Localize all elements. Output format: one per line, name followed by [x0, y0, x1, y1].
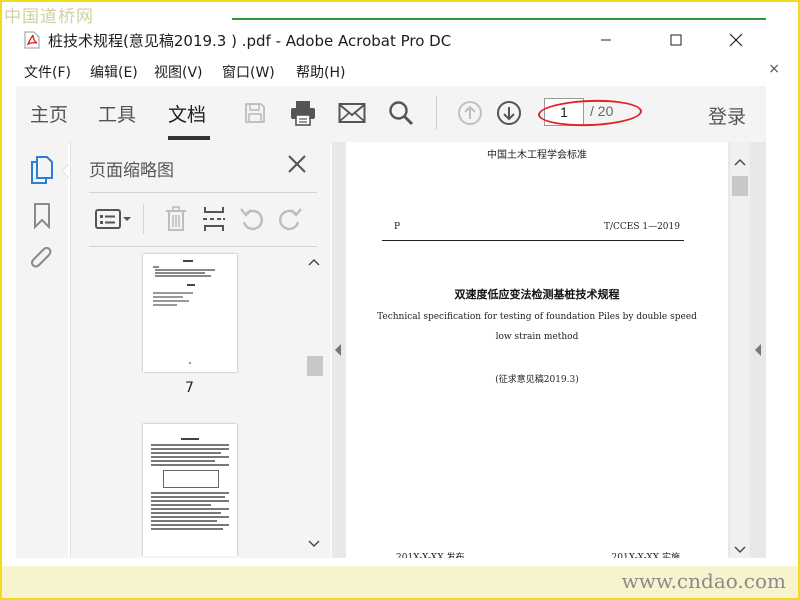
- close-icon: [729, 33, 743, 47]
- delete-page-button[interactable]: [161, 204, 191, 234]
- close-icon: [288, 155, 306, 173]
- green-accent-line: [232, 18, 766, 20]
- trash-icon: [166, 206, 186, 231]
- panel-title: 页面缩略图: [89, 161, 174, 181]
- rotate-right-button[interactable]: [275, 204, 305, 234]
- panel-divider: [89, 246, 317, 247]
- page-thumbnail[interactable]: [143, 424, 237, 556]
- menu-help[interactable]: 帮助(H): [296, 62, 345, 82]
- next-page-button[interactable]: [492, 96, 526, 130]
- panel-pointer-icon: [61, 164, 69, 178]
- rotate-left-button[interactable]: [237, 204, 267, 234]
- close-window-button[interactable]: [716, 26, 756, 54]
- issue-date: 201X-X-XX 发布: [396, 553, 465, 558]
- attachments-button[interactable]: [28, 246, 56, 274]
- draft-note: (征求意见稿2019.3): [495, 375, 579, 385]
- tool-separator: [143, 204, 144, 234]
- email-button[interactable]: [335, 96, 369, 130]
- envelope-icon: [338, 103, 366, 123]
- header-rule: [382, 240, 684, 241]
- pages-icon: [31, 156, 53, 184]
- pdf-file-icon: [24, 31, 40, 49]
- thumbnail-list: 7: [89, 250, 301, 556]
- menu-edit[interactable]: 编辑(E): [90, 62, 138, 82]
- standard-header: 中国土木工程学会标准: [487, 150, 587, 161]
- scroll-down-icon: [308, 540, 320, 547]
- thumbnail-scrollbar[interactable]: [305, 254, 323, 556]
- expand-right-pane-handle[interactable]: [754, 344, 762, 356]
- thumbnail-options-button[interactable]: [93, 204, 133, 234]
- thumbnail-page-label: 7: [185, 380, 194, 396]
- document-title-cn: 双速度低应变法检测基桩技术规程: [454, 288, 620, 301]
- document-title-en-line2: low strain method: [495, 332, 579, 342]
- login-button[interactable]: 登录: [708, 102, 746, 129]
- watermark-site-name: 中国道桥网: [4, 7, 94, 27]
- search-icon: [389, 101, 414, 126]
- scroll-up-icon: [308, 259, 320, 266]
- rotate-left-icon: [240, 208, 263, 231]
- navigation-rail: [16, 142, 69, 558]
- menu-view[interactable]: 视图(V): [154, 62, 203, 82]
- minimize-button[interactable]: [586, 26, 626, 54]
- printer-icon: [291, 101, 315, 126]
- collapse-panel-handle[interactable]: [334, 344, 342, 356]
- page-thumbnail[interactable]: [143, 254, 237, 372]
- print-button[interactable]: [286, 96, 320, 130]
- tab-document[interactable]: 文档: [168, 100, 206, 127]
- thumbnail-toolbar: [89, 200, 317, 240]
- effective-date: 201X-X-XX 实施: [611, 553, 680, 558]
- arrow-up-circle-icon: [458, 101, 482, 125]
- watermark-site-url: www.cndao.com: [621, 569, 786, 593]
- active-tab-indicator: [168, 136, 210, 140]
- menu-file[interactable]: 文件(F): [24, 62, 71, 82]
- scroll-up-icon: [734, 159, 746, 166]
- main-toolbar: 主页 工具 文档 1 / 20 登录: [16, 86, 766, 143]
- split-page-button[interactable]: [199, 204, 229, 234]
- previous-page-button[interactable]: [453, 96, 487, 130]
- save-button[interactable]: [238, 96, 272, 130]
- watermark-footer: www.cndao.com: [0, 566, 800, 600]
- menu-window[interactable]: 窗口(W): [222, 62, 275, 82]
- window-title: 桩技术规程(意见稿2019.3 ) .pdf - Adobe Acrobat P…: [48, 32, 452, 50]
- toolbar-separator: [436, 96, 437, 130]
- save-icon: [245, 103, 265, 123]
- panel-divider: [89, 192, 317, 193]
- document-scrollbar[interactable]: [730, 142, 750, 558]
- split-pages-icon: [203, 207, 225, 231]
- document-page: 中国土木工程学会标准 P T/CCES 1—2019 双速度低应变法检测基桩技术…: [346, 142, 728, 558]
- tab-home[interactable]: 主页: [30, 100, 68, 127]
- standard-code: T/CCES 1—2019: [603, 222, 680, 232]
- thumbnail-panel: 页面缩略图 7: [70, 142, 331, 558]
- page-thumbnails-button[interactable]: [28, 156, 56, 184]
- close-panel-button[interactable]: [285, 152, 309, 176]
- title-bar: 桩技术规程(意见稿2019.3 ) .pdf - Adobe Acrobat P…: [16, 22, 786, 58]
- minimize-icon: [601, 39, 611, 41]
- maximize-button[interactable]: [656, 26, 696, 54]
- document-title-en-line1: Technical specification for testing of f…: [377, 312, 697, 322]
- scroll-thumb[interactable]: [732, 176, 748, 196]
- standard-category: P: [394, 222, 401, 232]
- arrow-down-circle-icon: [497, 101, 521, 125]
- close-document-button[interactable]: ×: [768, 61, 780, 77]
- menu-bar: 文件(F) 编辑(E) 视图(V) 窗口(W) 帮助(H) ×: [16, 58, 786, 84]
- maximize-icon: [670, 34, 682, 46]
- rotate-right-icon: [279, 208, 302, 231]
- tab-tools[interactable]: 工具: [98, 100, 136, 127]
- scroll-thumb[interactable]: [307, 356, 323, 376]
- paperclip-icon: [30, 247, 52, 268]
- bookmarks-button[interactable]: [28, 202, 56, 230]
- scroll-down-icon: [734, 546, 746, 553]
- document-view: 中国土木工程学会标准 P T/CCES 1—2019 双速度低应变法检测基桩技术…: [332, 142, 766, 558]
- bookmark-icon: [34, 203, 50, 229]
- search-button[interactable]: [384, 96, 418, 130]
- options-menu-icon: [95, 209, 131, 229]
